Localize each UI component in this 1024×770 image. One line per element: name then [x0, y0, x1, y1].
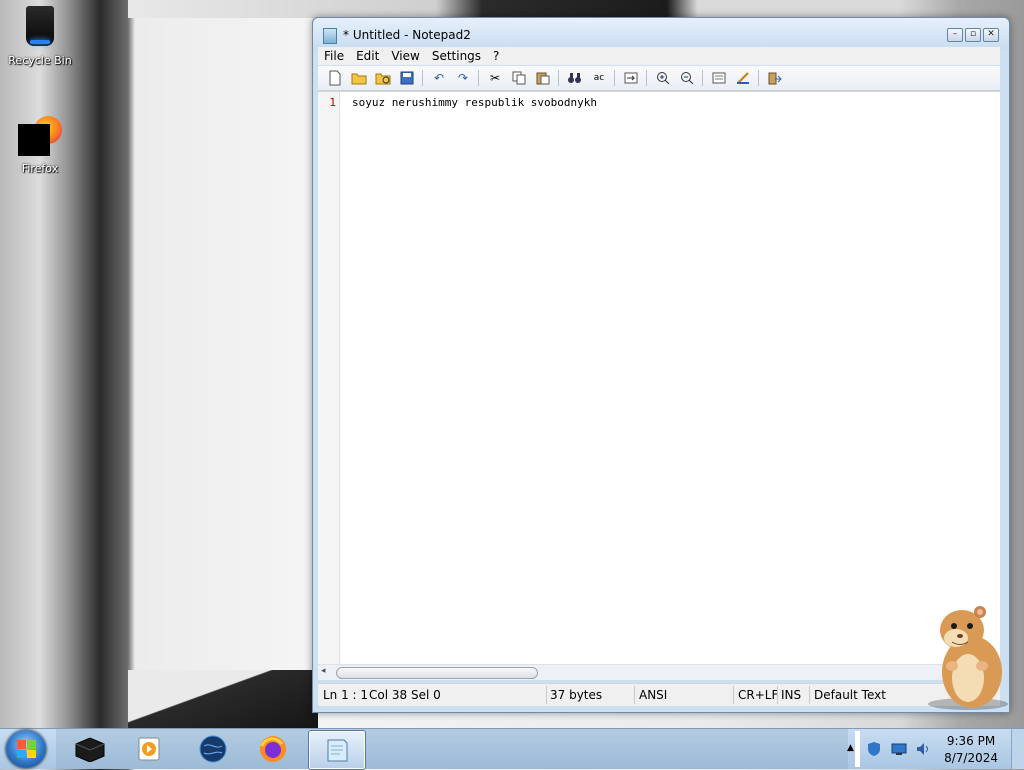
taskbar-file-explorer[interactable] — [62, 730, 118, 768]
show-desktop-button[interactable] — [1011, 729, 1024, 769]
taskbar-firefox[interactable] — [245, 730, 301, 768]
volume-icon[interactable] — [915, 741, 931, 757]
zoom-out-icon[interactable] — [679, 70, 695, 86]
start-button[interactable] — [6, 730, 46, 768]
desktop-icon-recycle-bin[interactable]: Recycle Bin — [2, 4, 78, 67]
exit-icon[interactable] — [767, 70, 783, 86]
hamster-desktop-pet[interactable] — [922, 604, 1010, 712]
network-icon[interactable] — [891, 742, 907, 756]
desktop-icon-label: Recycle Bin — [8, 54, 72, 67]
save-icon[interactable] — [399, 70, 415, 86]
desktop-icon-firefox[interactable]: Firefox — [2, 112, 78, 175]
menu-settings[interactable]: Settings — [426, 49, 487, 63]
firefox-icon — [260, 736, 286, 762]
browse-icon[interactable] — [375, 70, 391, 86]
horizontal-scrollbar[interactable]: ◂ — [318, 664, 1000, 680]
customize-icon[interactable] — [735, 70, 751, 86]
taskbar: ▲ 9:36 PM 8/7/2024 — [0, 728, 1024, 770]
status-scheme[interactable]: Default Text — [814, 688, 886, 702]
status-bar: Ln 1 : 1 Col 38 Sel 0 37 bytes ANSI CR+L… — [318, 683, 1000, 706]
wallpaper-bottom-shape — [128, 670, 318, 730]
clock-time: 9:36 PM — [946, 734, 996, 748]
desktop-icon-label: Firefox — [21, 162, 59, 175]
taskbar-browser-globe[interactable] — [185, 730, 241, 768]
window-controls: – ▫ ✕ — [947, 28, 999, 42]
menu-bar: File Edit View Settings ? — [318, 47, 1000, 65]
scrollbar-thumb[interactable] — [336, 667, 538, 679]
line-number-gutter: 1 — [318, 92, 340, 668]
menu-edit[interactable]: Edit — [350, 49, 385, 63]
status-selection: Sel 0 — [411, 688, 441, 702]
new-file-icon[interactable] — [327, 70, 343, 86]
notepad2-icon — [327, 739, 348, 762]
editor-line[interactable]: soyuz nerushimmy respublik svobodnykh — [352, 96, 597, 109]
line-number: 1 — [329, 96, 336, 109]
status-mode: INS — [781, 688, 802, 702]
scroll-left-icon[interactable]: ◂ — [321, 666, 326, 676]
clock-date: 8/7/2024 — [944, 751, 998, 765]
clock[interactable]: 9:36 PM 8/7/2024 — [944, 733, 998, 767]
cut-icon[interactable]: ✂ — [487, 70, 503, 86]
menu-file[interactable]: File — [318, 49, 350, 63]
status-encoding[interactable]: ANSI — [639, 688, 667, 702]
recycle-bin-icon — [16, 4, 64, 52]
word-wrap-icon[interactable] — [623, 70, 639, 86]
open-icon[interactable] — [351, 70, 367, 86]
firefox-icon — [16, 112, 64, 160]
toolbar: ↶ ↷ ✂ ac — [318, 66, 1000, 91]
title-bar[interactable]: * Untitled - Notepad2 – ▫ ✕ — [313, 18, 1009, 50]
menu-help[interactable]: ? — [487, 49, 505, 63]
media-player-icon — [138, 737, 160, 761]
text-editor[interactable]: 1 soyuz nerushimmy respublik svobodnykh — [318, 91, 1000, 668]
file-explorer-icon — [75, 737, 105, 762]
minimize-button[interactable]: – — [947, 28, 963, 42]
copy-icon[interactable] — [511, 70, 527, 86]
status-size: 37 bytes — [550, 688, 603, 702]
status-column: Col 38 — [369, 688, 408, 702]
windows-logo-icon — [17, 740, 36, 758]
redo-icon[interactable]: ↷ — [455, 70, 471, 86]
taskbar-notepad2[interactable] — [308, 730, 366, 770]
status-position: Ln 1 : 1 — [323, 688, 369, 702]
find-icon[interactable] — [567, 70, 583, 86]
taskbar-media-player[interactable] — [121, 730, 177, 768]
show-hidden-icons-icon[interactable]: ▲ — [847, 743, 854, 753]
notepad2-window: * Untitled - Notepad2 – ▫ ✕ File Edit Vi… — [312, 17, 1010, 713]
paste-icon[interactable] — [535, 70, 551, 86]
window-title: * Untitled - Notepad2 — [343, 28, 471, 42]
menu-view[interactable]: View — [385, 49, 425, 63]
close-button[interactable]: ✕ — [983, 28, 999, 42]
wallpaper-top-shape — [128, 0, 898, 18]
system-tray: ▲ 9:36 PM 8/7/2024 — [843, 729, 1024, 769]
browser-globe-icon — [199, 735, 227, 763]
status-line-endings[interactable]: CR+LF — [738, 688, 778, 702]
scheme-icon[interactable] — [711, 70, 727, 86]
maximize-button[interactable]: ▫ — [965, 28, 981, 42]
shield-icon[interactable] — [867, 741, 881, 757]
replace-icon[interactable]: ac — [591, 70, 607, 86]
undo-icon[interactable]: ↶ — [431, 70, 447, 86]
zoom-in-icon[interactable] — [655, 70, 671, 86]
notepad2-app-icon[interactable] — [323, 28, 337, 44]
